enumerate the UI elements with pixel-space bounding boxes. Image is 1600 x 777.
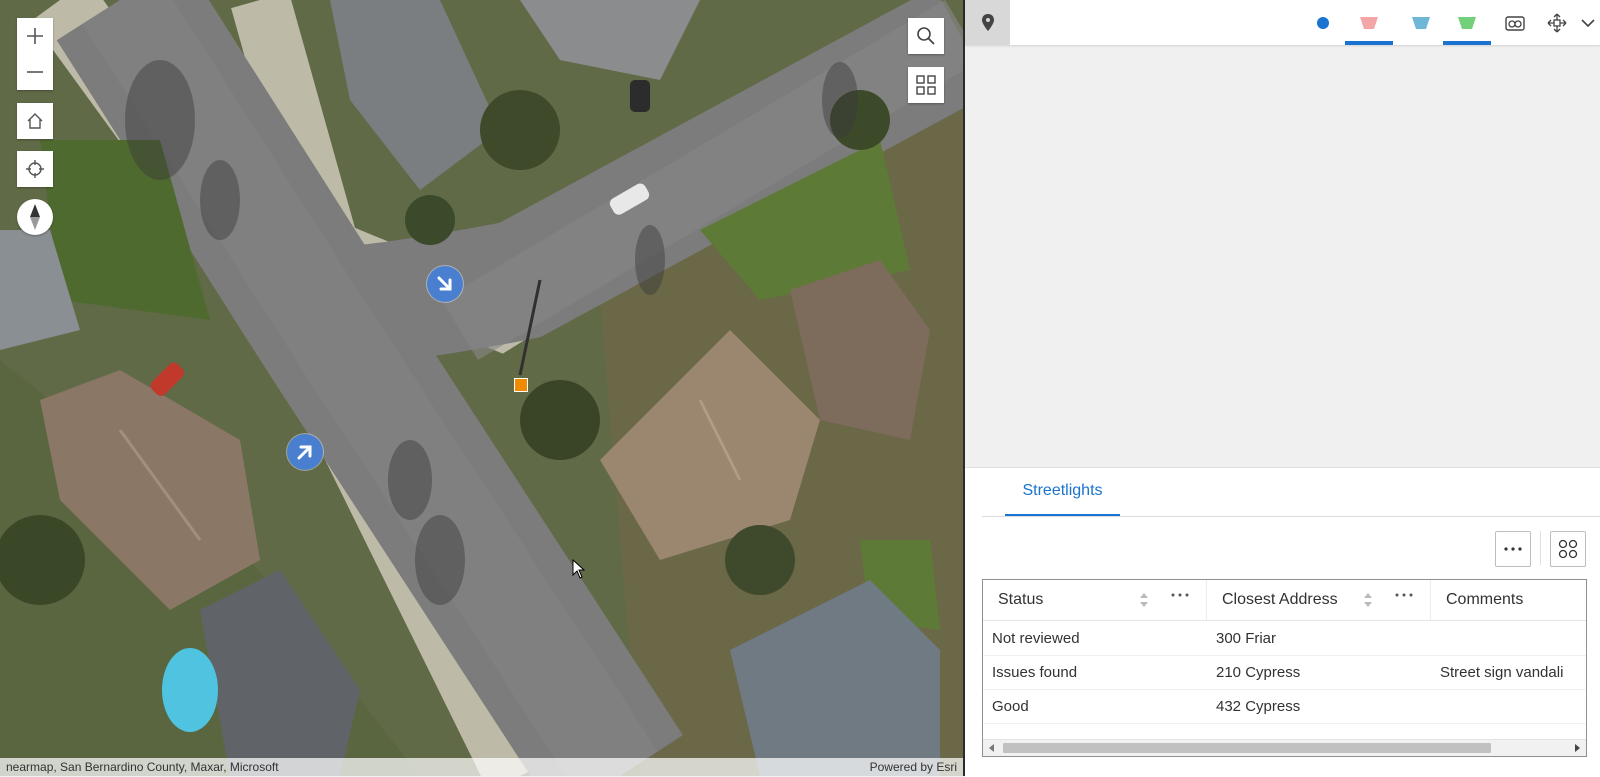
column-label: Comments (1446, 591, 1524, 608)
tool-camera[interactable] (1495, 0, 1535, 45)
table-options-button[interactable] (1495, 531, 1531, 567)
table-tabs: Streetlights (982, 468, 1600, 517)
pin-icon (981, 13, 994, 31)
tool-move[interactable] (1539, 0, 1575, 45)
column-label: Closest Address (1222, 591, 1338, 608)
home-button[interactable] (17, 103, 53, 139)
search-icon (917, 27, 935, 45)
cell-comments: Street sign vandali (1440, 663, 1564, 681)
column-header-comments[interactable]: Comments (1431, 580, 1586, 620)
cell-status: Issues found (992, 663, 1078, 681)
tab-streetlights[interactable]: Streetlights (1005, 468, 1120, 516)
mouse-cursor-icon (572, 559, 586, 579)
search-button[interactable] (908, 18, 944, 54)
scroll-right-icon[interactable] (1572, 743, 1582, 753)
cell-comments (1431, 689, 1586, 723)
layout-button[interactable] (1550, 531, 1586, 567)
locate-icon (26, 160, 44, 178)
powered-by[interactable]: Powered by Esri (870, 760, 957, 774)
scroll-left-icon[interactable] (987, 743, 997, 753)
green-feature-icon (1458, 16, 1476, 29)
tool-pin[interactable] (965, 0, 1010, 45)
editor-toolbar (965, 0, 1600, 45)
arrow-up-right-icon (297, 445, 312, 460)
table-row[interactable]: Not reviewed 300 Friar (983, 621, 1586, 656)
cell-address: 300 Friar (1216, 629, 1277, 647)
column-menu-icon[interactable] (1395, 593, 1413, 597)
attribution-sources: nearmap, San Bernardino County, Maxar, M… (6, 760, 279, 774)
point-icon (1317, 16, 1329, 29)
feature-marker-arrow[interactable] (287, 434, 323, 470)
grid-icon (916, 75, 936, 95)
sort-icon[interactable] (1139, 592, 1149, 608)
table-row[interactable]: Issues found 210 Cypress Street sign van… (983, 655, 1586, 690)
cell-comments (1431, 621, 1586, 655)
table-row[interactable]: Good 432 Cypress (983, 689, 1586, 724)
scrollbar-thumb[interactable] (1003, 743, 1491, 753)
cell-address: 210 Cypress (1216, 663, 1301, 681)
chevron-down-icon (1580, 18, 1595, 27)
map-view[interactable]: nearmap, San Bernardino County, Maxar, M… (0, 0, 963, 776)
aerial-imagery (0, 0, 963, 776)
attribute-table: Status Closest Address Comments Not revi… (982, 579, 1587, 757)
map-attribution: nearmap, San Bernardino County, Maxar, M… (0, 758, 963, 776)
red-feature-icon (1360, 16, 1378, 29)
zoom-control (17, 18, 53, 90)
column-header-closest-address[interactable]: Closest Address (1207, 580, 1431, 620)
tool-point[interactable] (1305, 0, 1341, 45)
zoom-out-button[interactable] (17, 54, 53, 90)
feature-table-panel: Streetlights Status Closest Address Comm… (965, 467, 1600, 777)
feature-marker-arrow[interactable] (427, 266, 463, 302)
column-header-status[interactable]: Status (983, 580, 1207, 620)
move-icon (1547, 13, 1567, 32)
horizontal-scrollbar[interactable] (983, 739, 1586, 756)
plus-icon (27, 28, 43, 44)
home-icon (27, 113, 43, 129)
compass-icon (30, 204, 40, 230)
table-header: Status Closest Address Comments (983, 580, 1586, 621)
locate-button[interactable] (17, 151, 53, 187)
tool-green-feature[interactable] (1443, 0, 1491, 45)
tool-red-feature[interactable] (1345, 0, 1393, 45)
compass-button[interactable] (17, 199, 53, 235)
toolbar-separator (1540, 531, 1541, 565)
tool-more[interactable] (1575, 0, 1600, 45)
camera-icon (1505, 15, 1525, 31)
column-label: Status (998, 591, 1044, 608)
minus-icon (27, 71, 43, 73)
more-horizontal-icon (1504, 547, 1522, 551)
streetlight-marker[interactable] (514, 378, 528, 392)
zoom-in-button[interactable] (17, 18, 53, 54)
tool-blue-feature[interactable] (1397, 0, 1445, 45)
cell-status: Good (992, 697, 1029, 715)
cell-status: Not reviewed (992, 629, 1080, 647)
side-panel: Streetlights Status Closest Address Comm… (965, 0, 1600, 777)
basemap-gallery-button[interactable] (908, 67, 944, 103)
grid-layout-icon (1558, 539, 1578, 559)
cell-address: 432 Cypress (1216, 697, 1301, 715)
blue-feature-icon (1412, 16, 1430, 29)
sort-icon[interactable] (1363, 592, 1373, 608)
arrow-down-right-icon (437, 276, 452, 291)
column-menu-icon[interactable] (1171, 593, 1189, 597)
